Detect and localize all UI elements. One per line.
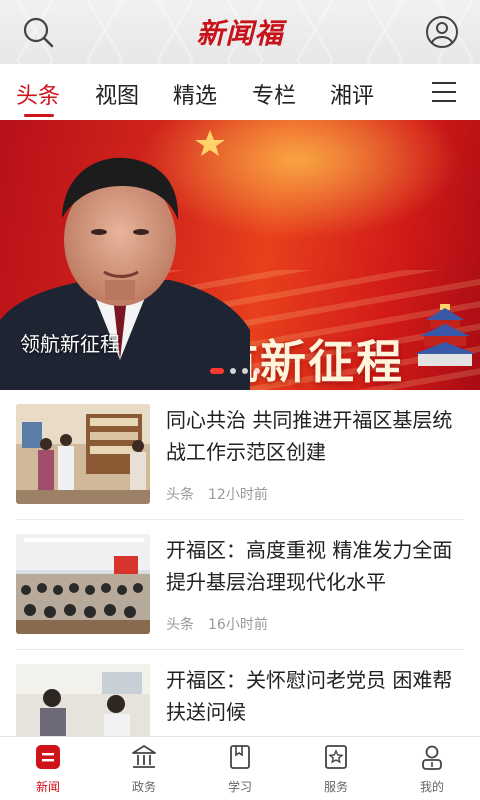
study-icon — [230, 745, 250, 769]
carousel-pagination — [210, 368, 260, 374]
carousel-dot[interactable] — [254, 368, 260, 374]
government-icon — [132, 745, 156, 768]
nav-label: 我的 — [419, 780, 444, 794]
channel-tabs: 头条 视图 精选 专栏 湘评 — [0, 64, 480, 120]
user-account-icon[interactable] — [424, 14, 460, 50]
nav-label: 新闻 — [35, 780, 60, 794]
nav-label: 政务 — [131, 780, 156, 794]
tab-video[interactable]: 视图 — [95, 78, 139, 110]
news-title[interactable]: 开福区：关怀慰问老党员 困难帮扶送问候 — [166, 664, 462, 728]
app-header: 新闻福 — [0, 0, 480, 64]
news-title[interactable]: 开福区：高度重视 精准发力全面提升基层治理现代化水平 — [166, 534, 462, 598]
carousel-dot[interactable] — [210, 368, 224, 374]
active-tab-indicator — [24, 114, 54, 117]
menu-icon[interactable] — [432, 82, 456, 102]
news-meta: 头条 16小时前 — [166, 614, 268, 634]
news-thumbnail — [16, 534, 150, 634]
nav-item-government[interactable]: 政务 — [96, 743, 192, 795]
nav-item-news[interactable]: 新闻 — [0, 743, 96, 795]
tab-headlines[interactable]: 头条 — [16, 78, 60, 110]
nav-label: 学习 — [227, 780, 252, 794]
service-icon — [325, 745, 347, 769]
news-channel: 头条 — [166, 617, 194, 633]
news-meta: 头条 12小时前 — [166, 484, 268, 504]
nav-item-study[interactable]: 学习 — [192, 743, 288, 795]
news-icon — [36, 745, 60, 769]
news-title[interactable]: 同心共治 共同推进开福区基层统战工作示范区创建 — [166, 404, 462, 468]
temple-of-heaven-icon — [414, 304, 476, 366]
news-channel: 头条 — [166, 487, 194, 503]
headline-carousel[interactable]: 领航新征程 领航新征程 — [0, 120, 480, 390]
news-time: 16小时前 — [208, 617, 268, 633]
tab-commentary[interactable]: 湘评 — [330, 78, 374, 110]
news-list-item[interactable]: 同心共治 共同推进开福区基层统战工作示范区创建 头条 12小时前 — [0, 390, 480, 520]
news-list-item[interactable]: 开福区：高度重视 精准发力全面提升基层治理现代化水平 头条 16小时前 — [0, 520, 480, 650]
app-logo: 新闻福 — [196, 17, 284, 50]
nav-label: 服务 — [323, 780, 348, 794]
nav-item-profile[interactable]: 我的 — [384, 743, 480, 795]
nav-item-service[interactable]: 服务 — [288, 743, 384, 795]
news-thumbnail — [16, 404, 150, 504]
banner-caption: 领航新征程 — [20, 332, 120, 356]
carousel-dot[interactable] — [230, 368, 236, 374]
bottom-navigation: 新闻 政务 学习 服务 我的 — [0, 736, 480, 800]
tab-column[interactable]: 专栏 — [252, 78, 296, 110]
news-time: 12小时前 — [208, 487, 268, 503]
tab-featured[interactable]: 精选 — [173, 78, 217, 110]
carousel-dot[interactable] — [242, 368, 248, 374]
profile-icon — [422, 745, 442, 770]
